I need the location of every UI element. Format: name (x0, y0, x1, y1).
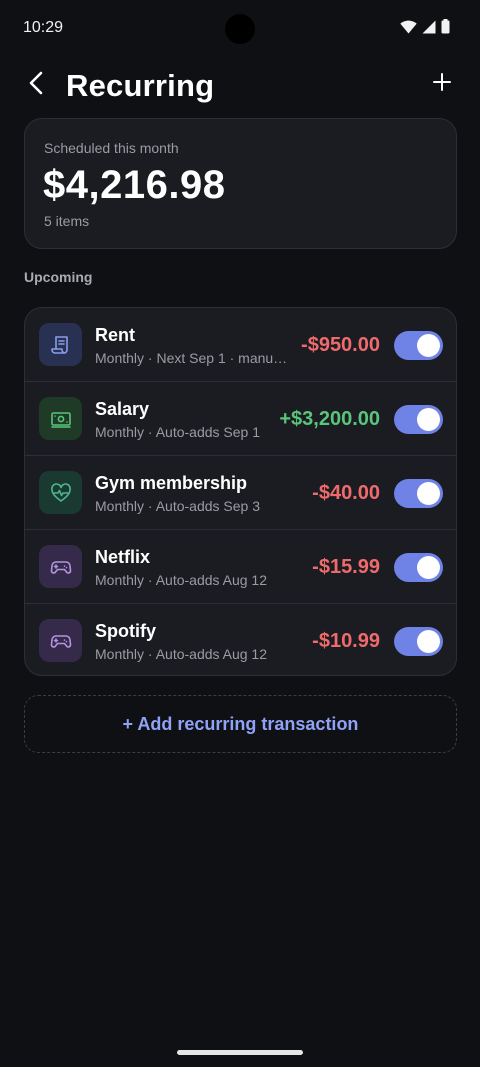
summary-amount: $4,216.98 (43, 163, 226, 207)
toggle-knob (417, 334, 440, 357)
list-item[interactable]: Spotify Monthly · Auto-adds Aug 12 -$10.… (25, 604, 456, 675)
camera-cutout (225, 14, 255, 44)
list-item[interactable]: Netflix Monthly · Auto-adds Aug 12 -$15.… (25, 530, 456, 604)
section-heading-upcoming: Upcoming (24, 269, 93, 285)
item-name: Salary (95, 399, 150, 419)
item-enabled-toggle[interactable] (394, 627, 443, 656)
item-subtitle: Monthly · Auto-adds Aug 12 (95, 572, 267, 588)
toggle-knob (417, 482, 440, 505)
back-arrow-icon (28, 71, 44, 100)
cellular-signal-icon (422, 20, 436, 34)
item-amount: +$3,200.00 (279, 408, 380, 430)
back-button[interactable] (20, 68, 52, 102)
item-enabled-toggle[interactable] (394, 479, 443, 508)
status-bar: 10:29 (0, 0, 480, 56)
list-item[interactable]: Gym membership Monthly · Auto-adds Sep 3… (25, 456, 456, 530)
item-amount: -$40.00 (312, 482, 380, 504)
item-subtitle: Monthly · Next Sep 1 · manu… (95, 350, 288, 366)
summary-count: 5 items (44, 213, 90, 229)
heart-pulse-icon (39, 471, 82, 514)
recurring-list: Rent Monthly · Next Sep 1 · manu… -$950.… (24, 307, 457, 676)
item-name: Rent (95, 325, 135, 345)
app-bar: Recurring (0, 60, 480, 112)
receipt-icon (39, 323, 82, 366)
gamepad-icon (39, 545, 82, 588)
summary-label: Scheduled this month (44, 140, 179, 156)
item-amount: -$10.99 (312, 630, 380, 652)
list-item[interactable]: Rent Monthly · Next Sep 1 · manu… -$950.… (25, 308, 456, 382)
status-time: 10:29 (23, 19, 64, 36)
toggle-knob (417, 408, 440, 431)
toggle-knob (417, 630, 440, 653)
add-button[interactable] (428, 70, 456, 98)
item-name: Spotify (95, 621, 156, 641)
toggle-knob (417, 556, 440, 579)
banknote-icon (39, 397, 82, 440)
add-recurring-button[interactable]: + Add recurring transaction (24, 695, 457, 753)
gamepad-icon (39, 619, 82, 662)
item-name: Gym membership (95, 473, 248, 493)
summary-card: Scheduled this month $4,216.98 5 items (24, 118, 457, 249)
item-enabled-toggle[interactable] (394, 553, 443, 582)
item-amount: -$15.99 (312, 556, 380, 578)
item-enabled-toggle[interactable] (394, 331, 443, 360)
item-subtitle: Monthly · Auto-adds Aug 12 (95, 646, 267, 662)
item-name: Netflix (95, 547, 151, 567)
add-recurring-label: + Add recurring transaction (122, 713, 359, 734)
battery-icon (441, 19, 450, 34)
page-title: Recurring (66, 68, 215, 103)
item-subtitle: Monthly · Auto-adds Sep 1 (95, 424, 260, 440)
list-item[interactable]: Salary Monthly · Auto-adds Sep 1 +$3,200… (25, 382, 456, 456)
status-icons (400, 19, 450, 34)
item-amount: -$950.00 (301, 334, 380, 356)
item-subtitle: Monthly · Auto-adds Sep 3 (95, 498, 260, 514)
item-enabled-toggle[interactable] (394, 405, 443, 434)
wifi-icon (400, 20, 417, 34)
plus-icon (433, 72, 451, 96)
home-indicator[interactable] (177, 1050, 303, 1055)
